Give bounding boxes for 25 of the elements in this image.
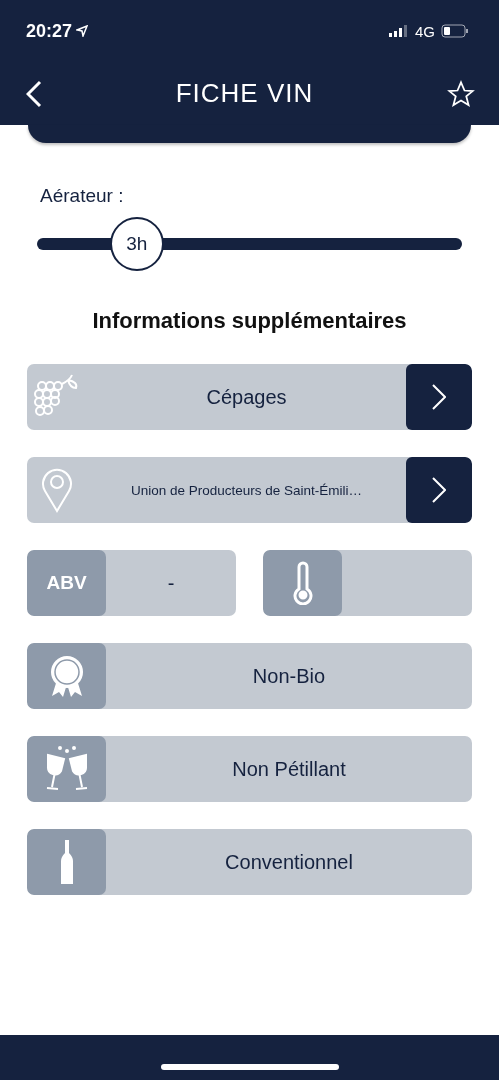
info-text: Union de Producteurs de Saint-Émili… — [129, 482, 364, 498]
clock-time: 20:27 — [26, 20, 73, 42]
signal-icon — [389, 25, 409, 37]
info-text: - — [166, 571, 176, 595]
back-chevron-icon — [26, 79, 42, 108]
slider-thumb[interactable]: 3h — [109, 217, 164, 271]
bottle-icon — [58, 839, 75, 885]
chevron-right-icon — [432, 384, 446, 410]
chevron-button[interactable] — [406, 364, 472, 430]
location-arrow-icon — [76, 25, 89, 37]
screen-title: FICHE VIN — [175, 78, 314, 109]
chevron-right-icon — [432, 477, 446, 503]
info-text: Non-Bio — [251, 664, 327, 688]
chevron-button[interactable] — [406, 457, 472, 523]
location-pin-icon — [41, 467, 73, 513]
info-text: Conventionnel — [224, 850, 354, 874]
network-label: 4G — [415, 22, 435, 40]
star-icon — [447, 79, 475, 108]
aerator-label: Aérateur : — [40, 185, 125, 207]
info-text: Non Pétillant — [231, 757, 347, 781]
abv-label: ABV — [46, 572, 87, 594]
info-text: Cépages — [205, 385, 288, 409]
thermometer-icon — [291, 561, 314, 605]
battery-icon — [441, 24, 469, 38]
section-heading: Informations supplémentaires — [91, 308, 408, 334]
